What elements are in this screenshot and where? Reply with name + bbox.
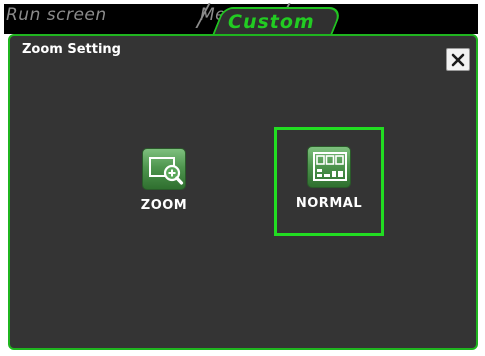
zoom-option-label: ZOOM [140, 198, 188, 213]
tab-run-screen-label: Run screen [6, 5, 107, 25]
normal-option-button[interactable]: NORMAL [274, 127, 384, 236]
zoom-option-button[interactable]: ZOOM [114, 148, 214, 213]
zoom-in-icon [142, 148, 186, 190]
close-button[interactable] [446, 48, 470, 71]
page-title: Zoom Setting [22, 42, 121, 57]
zoom-setting-panel [8, 34, 478, 350]
close-icon [451, 53, 465, 66]
tab-run-screen[interactable]: Run screen [6, 3, 211, 28]
normal-layout-icon [307, 146, 351, 188]
tab-custom-label: Custom [228, 11, 315, 33]
normal-option-label: NORMAL [295, 196, 363, 211]
